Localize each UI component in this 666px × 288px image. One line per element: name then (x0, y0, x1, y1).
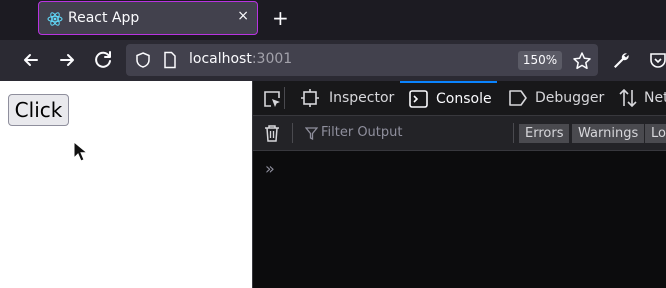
filter-funnel-icon (305, 127, 318, 140)
shield-icon[interactable] (134, 51, 152, 69)
address-bar[interactable]: localhost:3001 150% (126, 44, 598, 76)
new-tab-button[interactable]: + (272, 6, 289, 30)
filter-logs-button[interactable]: Lo (645, 124, 666, 143)
console-toolbar: Filter Output Errors Warnings Lo (253, 116, 666, 151)
url-text[interactable]: localhost:3001 (189, 51, 292, 67)
react-logo-icon (47, 12, 63, 26)
console-icon (409, 90, 428, 108)
divider (292, 123, 293, 143)
divider (284, 87, 285, 109)
pocket-icon[interactable] (648, 50, 666, 70)
tab-console-label: Console (436, 91, 492, 107)
element-picker-icon[interactable] (262, 89, 282, 109)
page-info-icon[interactable] (162, 51, 178, 69)
url-host: localhost (189, 51, 252, 67)
network-arrows-icon (619, 89, 637, 107)
filter-output-input[interactable]: Filter Output (321, 125, 403, 140)
tab-network-label: Net (644, 90, 666, 106)
divider (513, 123, 514, 143)
tab-debugger-label: Debugger (535, 90, 605, 106)
tab-strip: React App × + (0, 0, 666, 40)
tab-close-icon[interactable]: × (237, 8, 249, 24)
browser-tab[interactable]: React App × (38, 1, 258, 35)
filter-warnings-button[interactable]: Warnings (572, 124, 645, 143)
reload-icon[interactable] (91, 48, 115, 72)
click-button[interactable]: Click (8, 94, 69, 126)
page-content: Click (0, 81, 252, 288)
wrench-icon[interactable] (611, 50, 631, 70)
filter-errors-button[interactable]: Errors (519, 124, 570, 143)
forward-arrow-icon[interactable] (55, 48, 79, 72)
star-bookmark-icon[interactable] (572, 51, 592, 71)
back-arrow-icon[interactable] (19, 48, 43, 72)
debugger-icon (509, 90, 527, 106)
tab-console[interactable]: Console (400, 81, 497, 115)
mouse-cursor-icon (73, 141, 87, 162)
tab-title: React App (68, 10, 140, 26)
zoom-indicator[interactable]: 150% (518, 51, 562, 70)
inspector-icon (301, 89, 319, 107)
tab-inspector-label: Inspector (329, 90, 395, 106)
devtools-tabbar: Inspector Console Debugger Net (253, 81, 666, 116)
devtools-panel: Inspector Console Debugger Net Filter Ou… (252, 81, 666, 288)
trash-icon[interactable] (264, 124, 280, 142)
console-input-prompt[interactable]: » (265, 159, 275, 178)
url-port: :3001 (251, 51, 293, 67)
navigation-bar: localhost:3001 150% (0, 40, 666, 81)
